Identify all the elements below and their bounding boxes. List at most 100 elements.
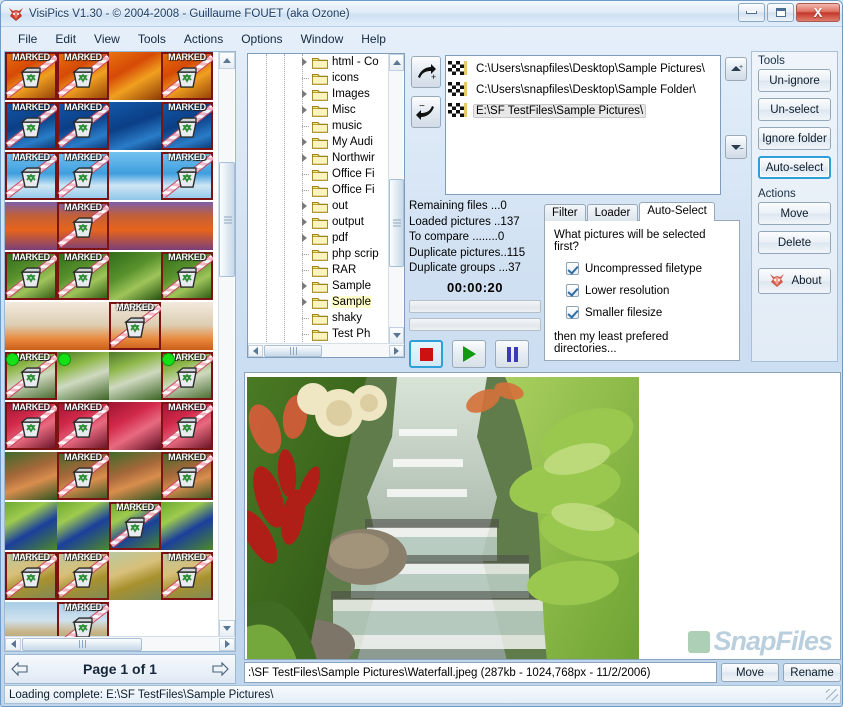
thumbnail-gold-butterfly[interactable]: MARKED [57, 552, 109, 600]
thumbnail-row[interactable]: MARKED [5, 202, 219, 252]
thumbnail-red-flowers[interactable]: MARKED [57, 402, 109, 450]
thumbnail-winter-trees[interactable] [161, 302, 213, 350]
thumbnail-dragonfly[interactable]: MARKED [57, 452, 109, 500]
add-folder-arrow-icon[interactable]: + [411, 56, 441, 88]
about-button[interactable]: About [758, 268, 831, 294]
thumbnail-beach-scene[interactable]: MARKED [57, 602, 109, 637]
un-ignore-button[interactable]: Un-ignore [758, 69, 831, 92]
tree-node[interactable]: music [248, 118, 391, 134]
maximize-button[interactable] [767, 3, 794, 22]
tree-hscrollbar-thumb[interactable] [264, 345, 322, 357]
thumbnail-whale-tail[interactable]: MARKED [161, 152, 213, 200]
prev-page-icon[interactable] [10, 660, 30, 678]
thumbnail-desert-dunes[interactable] [5, 202, 57, 250]
tab-loader[interactable]: Loader [587, 204, 639, 221]
scroll-right-icon[interactable] [219, 638, 235, 651]
thumbnail-winter-trees[interactable] [5, 302, 57, 350]
thumbnail-desert-dunes[interactable] [161, 202, 213, 250]
thumbnail-row[interactable]: MARKED [5, 602, 219, 637]
tree-scroll-up-icon[interactable] [389, 54, 404, 71]
stop-icon[interactable] [409, 340, 443, 368]
thumbnail-green-forest[interactable]: MARKED [57, 252, 109, 300]
checkbox-icon[interactable] [566, 306, 579, 319]
menu-window[interactable]: Window [292, 30, 353, 48]
thumbnail-creek-stream[interactable]: MARKED [5, 352, 57, 400]
next-page-icon[interactable] [210, 660, 230, 678]
tree-scroll-right-icon[interactable] [389, 345, 404, 357]
menu-help[interactable]: Help [352, 30, 395, 48]
expand-arrow-icon[interactable] [302, 234, 307, 242]
tree-node[interactable]: Sample [248, 278, 391, 294]
tree-node[interactable]: Misc [248, 102, 391, 118]
scan-path-list[interactable]: C:\Users\snapfiles\Desktop\Sample Pictur… [445, 55, 721, 195]
scroll-left-icon[interactable] [5, 638, 21, 651]
image-move-button[interactable]: Move [721, 663, 779, 682]
thumbnail-dragonfly[interactable] [109, 452, 161, 500]
scroll-up-icon[interactable] [219, 52, 235, 69]
auto-select-button[interactable]: Auto-select [758, 156, 831, 179]
image-rename-button[interactable]: Rename [783, 663, 841, 682]
thumbnail-red-flowers[interactable] [109, 402, 161, 450]
thumbnail-row[interactable]: MARKEDMARKEDMARKED [5, 52, 219, 102]
thumbnail-whale-tail[interactable] [109, 152, 161, 200]
thumbnail-row[interactable]: MARKEDMARKEDMARKED [5, 152, 219, 202]
play-icon[interactable] [452, 340, 486, 368]
thumbnail-red-flowers[interactable]: MARKED [5, 402, 57, 450]
checkbox-icon[interactable] [566, 262, 579, 275]
thumbnail-row[interactable]: MARKED [5, 502, 219, 552]
tree-scrollbar-thumb[interactable] [389, 179, 404, 267]
thumbnail-red-flowers[interactable]: MARKED [161, 402, 213, 450]
thumbnail-beach-scene[interactable] [5, 602, 57, 637]
tree-node[interactable]: Northwir [248, 150, 391, 166]
tree-horizontal-scrollbar[interactable] [248, 343, 404, 357]
thumbnail-desert-dunes[interactable] [109, 202, 161, 250]
thumbnail-blue-butterfly[interactable] [5, 502, 57, 550]
remove-folder-arrow-icon[interactable]: − [411, 96, 441, 128]
option-smaller-filesize[interactable]: Smaller filesize [566, 306, 730, 319]
resize-grip[interactable] [826, 689, 838, 701]
scroll-down-icon[interactable] [219, 620, 235, 637]
thumbnail-whale-tail[interactable]: MARKED [5, 152, 57, 200]
scrollbar-thumb[interactable] [219, 162, 235, 277]
thumbnail-whale-tail[interactable]: MARKED [57, 152, 109, 200]
thumbnail-blue-butterfly[interactable] [161, 502, 213, 550]
thumbnail-autumn-leaves[interactable]: MARKED [57, 52, 109, 100]
hscrollbar-thumb[interactable] [22, 638, 142, 651]
expand-arrow-icon[interactable] [302, 58, 307, 66]
expand-arrow-icon[interactable] [302, 138, 307, 146]
thumbnail-row[interactable]: MARKEDMARKEDMARKED [5, 552, 219, 602]
thumbnail-row[interactable]: MARKEDMARKED [5, 452, 219, 502]
thumbnail-green-forest[interactable]: MARKED [161, 252, 213, 300]
thumbnail-creek-stream[interactable] [109, 352, 161, 400]
tree-node[interactable]: php scrip [248, 246, 391, 262]
tree-node[interactable]: output [248, 214, 391, 230]
menu-tools[interactable]: Tools [129, 30, 175, 48]
thumbnail-gold-butterfly[interactable]: MARKED [5, 552, 57, 600]
thumbnail-row[interactable]: MARKEDMARKEDMARKED [5, 252, 219, 302]
thumbnail-row[interactable]: MARKEDMARKED [5, 352, 219, 402]
tree-node[interactable]: Test Ph [248, 326, 391, 342]
path-list-item[interactable]: C:\Users\snapfiles\Desktop\Sample Pictur… [446, 58, 720, 79]
thumbnail-gold-butterfly[interactable] [109, 552, 161, 600]
tab-auto-select[interactable]: Auto-Select [639, 202, 714, 221]
thumbnail-vertical-scrollbar[interactable] [218, 52, 234, 637]
checkbox-icon[interactable] [566, 284, 579, 297]
thumbnail-blue-butterfly[interactable]: MARKED [109, 502, 161, 550]
thumbnail-row[interactable]: MARKED [5, 302, 219, 352]
expand-arrow-icon[interactable] [302, 106, 307, 114]
thumbnail-blue-butterfly[interactable] [57, 502, 109, 550]
ignore-folder-button[interactable]: Ignore folder [758, 127, 831, 150]
path-list-item[interactable]: C:\Users\snapfiles\Desktop\Sample Folder… [446, 79, 720, 100]
tree-node[interactable]: RAR [248, 262, 391, 278]
option-lower-resolution[interactable]: Lower resolution [566, 284, 730, 297]
tree-node[interactable]: out [248, 198, 391, 214]
expand-arrow-icon[interactable] [302, 154, 307, 162]
expand-arrow-icon[interactable] [302, 218, 307, 226]
tree-node[interactable]: Sample [248, 294, 391, 310]
thumbnail-autumn-leaves[interactable]: MARKED [5, 52, 57, 100]
close-button[interactable]: X [796, 3, 840, 22]
expand-arrow-icon[interactable] [302, 90, 307, 98]
tree-vertical-scrollbar[interactable] [388, 54, 403, 344]
tree-node[interactable]: My Audi [248, 134, 391, 150]
thumbnail-horizontal-scrollbar[interactable] [5, 636, 235, 651]
